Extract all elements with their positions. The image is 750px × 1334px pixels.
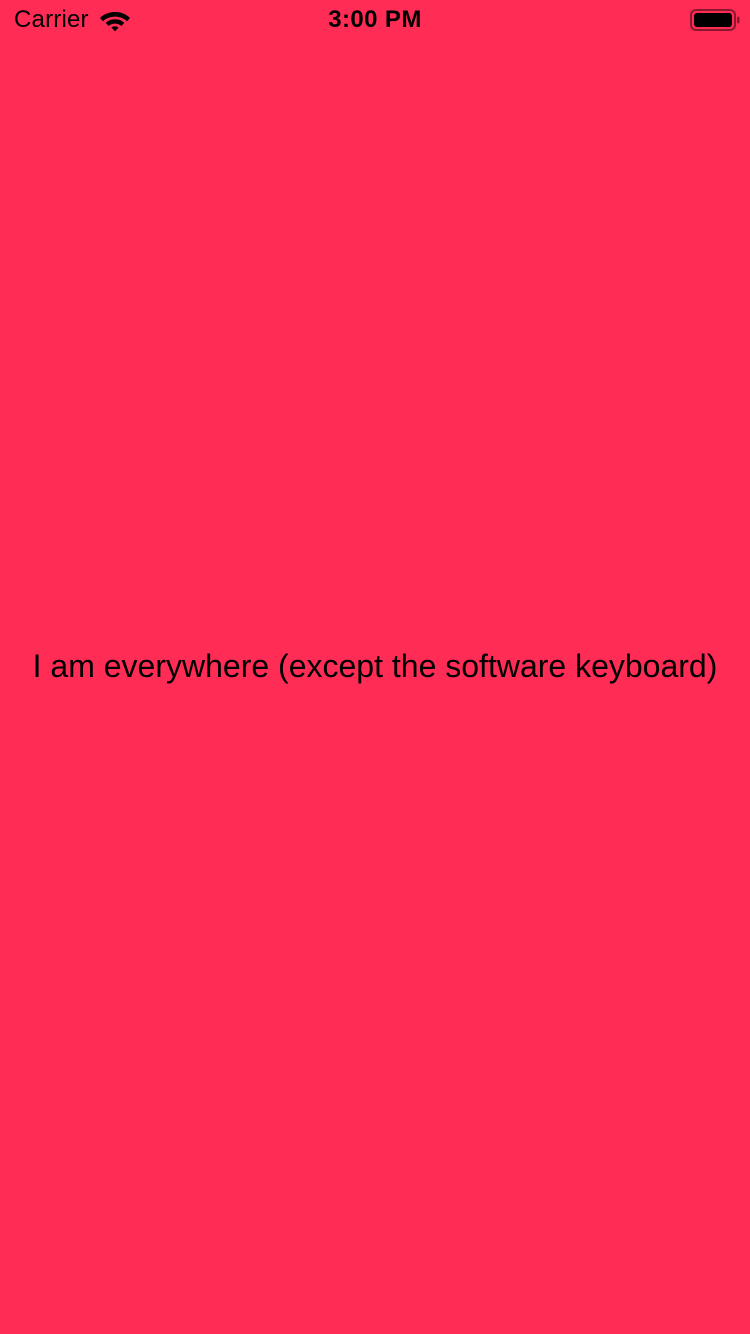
status-time: 3:00 PM [328,6,422,33]
status-bar: Carrier 3:00 PM [0,0,750,40]
center-message: I am everywhere (except the software key… [32,648,718,684]
battery-icon [690,9,740,31]
